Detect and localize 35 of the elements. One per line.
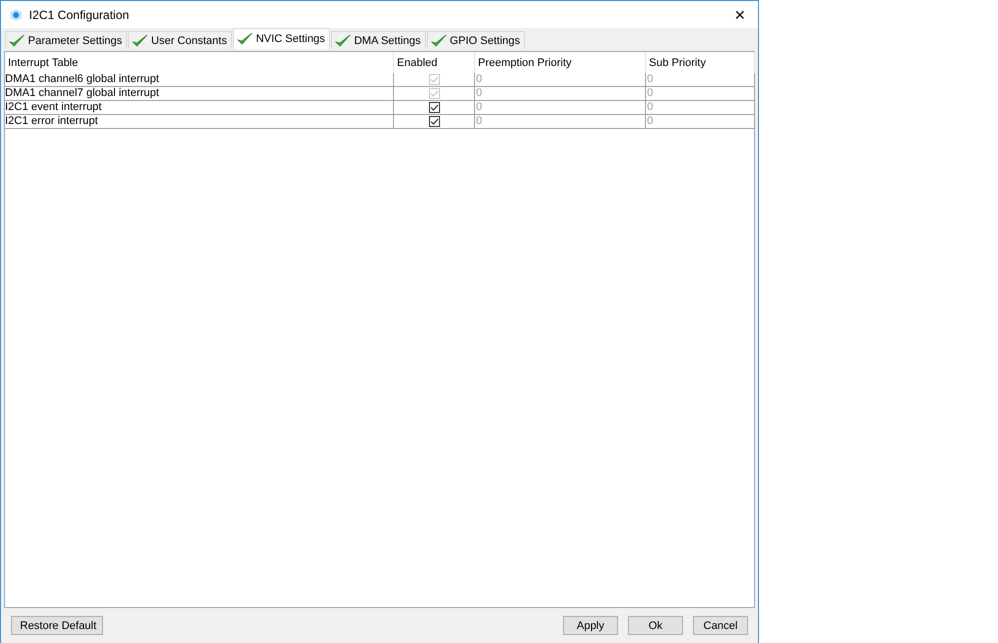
- table-cell: 0: [646, 73, 755, 87]
- table-cell: 0: [475, 115, 646, 129]
- table-cell: I2C1 event interrupt: [5, 101, 394, 115]
- table-cell: DMA1 channel7 global interrupt: [5, 87, 394, 101]
- checkbox[interactable]: [428, 116, 440, 127]
- checkbox[interactable]: [428, 102, 440, 113]
- table-cell: DMA1 channel6 global interrupt: [5, 73, 394, 87]
- dialog-button[interactable]: Cancel: [693, 616, 748, 635]
- dialog-button[interactable]: Ok: [628, 616, 683, 635]
- check-icon: [335, 34, 352, 48]
- chip-icon: [9, 8, 23, 22]
- check-icon: [236, 32, 253, 46]
- table-cell: I2C1 error interrupt: [5, 115, 394, 129]
- tab[interactable]: GPIO Settings: [426, 31, 526, 49]
- check-icon: [132, 34, 148, 48]
- tab[interactable]: DMA Settings: [331, 31, 426, 49]
- table-cell: 0: [475, 101, 646, 115]
- table-cell: 0: [475, 87, 646, 101]
- check-icon: [9, 34, 25, 48]
- check-icon: [430, 34, 447, 48]
- column-header: Sub Priority: [646, 52, 755, 73]
- column-header: Enabled: [394, 52, 475, 73]
- table-cell: 0: [646, 115, 755, 129]
- table-cell: 0: [475, 73, 646, 87]
- dialog-button[interactable]: Apply: [563, 616, 618, 635]
- window-title: I2C1 Configuration: [29, 8, 130, 22]
- table-cell: 0: [646, 101, 755, 115]
- tab[interactable]: User Constants: [128, 31, 232, 49]
- restore-button[interactable]: Restore Default: [11, 616, 103, 635]
- column-header: Interrupt Table: [5, 52, 394, 73]
- tab[interactable]: NVIC Settings: [232, 28, 330, 49]
- close-button[interactable]: ✕: [730, 6, 750, 22]
- table-cell: 0: [646, 87, 755, 101]
- column-header: Preemption Priority: [475, 52, 646, 73]
- tab[interactable]: Parameter Settings: [5, 31, 128, 49]
